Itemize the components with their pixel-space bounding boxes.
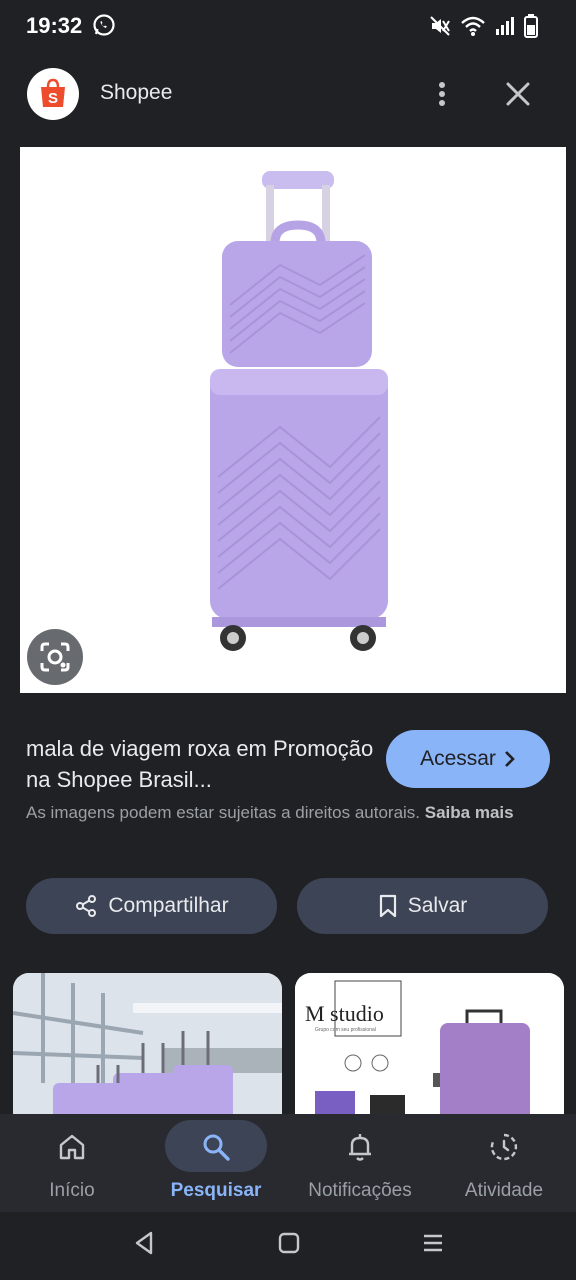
site-name[interactable]: Shopee xyxy=(100,81,172,105)
source-logo[interactable]: S xyxy=(27,68,79,120)
bell-icon xyxy=(349,1134,371,1161)
whatsapp-icon xyxy=(93,14,115,36)
home-icon xyxy=(59,1134,85,1160)
save-label: Salvar xyxy=(407,894,468,917)
learn-more-link[interactable]: Saiba mais xyxy=(425,803,514,822)
lens-icon xyxy=(40,642,70,672)
signal-icon xyxy=(496,17,514,35)
nav-activity-label: Atividade xyxy=(464,1180,544,1201)
share-label: Compartilhar xyxy=(108,894,229,917)
lens-button[interactable] xyxy=(27,629,83,685)
nav-search-label: Pesquisar xyxy=(170,1180,262,1201)
visit-label: Acessar xyxy=(420,747,496,770)
nav-home[interactable]: Início xyxy=(0,1114,144,1212)
copyright-text: As imagens podem estar sujeitas a direit… xyxy=(26,803,421,822)
system-navigation-bar xyxy=(0,1212,576,1280)
activity-icon xyxy=(490,1133,518,1161)
m-studio-ad-image: M studio Grupo com seu profissional xyxy=(295,973,564,1123)
shopee-bag-icon: S xyxy=(41,78,65,107)
bottom-navigation: Início Pesquisar Notificações Atividade xyxy=(0,1114,576,1212)
related-image-2[interactable]: M studio Grupo com seu profissional xyxy=(295,973,564,1123)
bookmark-icon xyxy=(379,894,396,918)
nav-notifications[interactable]: Notificações xyxy=(288,1114,432,1212)
search-icon xyxy=(203,1134,230,1161)
luggage-image xyxy=(210,171,388,651)
recents-icon[interactable] xyxy=(421,1230,445,1256)
svg-text:S: S xyxy=(48,90,58,107)
share-icon xyxy=(76,895,97,917)
close-icon[interactable] xyxy=(500,76,536,112)
mute-icon xyxy=(430,16,450,36)
share-button[interactable]: Compartilhar xyxy=(26,878,277,934)
chevron-right-icon xyxy=(505,751,515,767)
wifi-icon xyxy=(461,16,485,36)
brand-tagline: Grupo com seu profissional xyxy=(315,1027,376,1033)
save-button[interactable]: Salvar xyxy=(297,878,548,934)
airport-luggage-image xyxy=(13,973,282,1123)
brand-name: M studio xyxy=(305,1001,384,1026)
nav-activity[interactable]: Atividade xyxy=(432,1114,576,1212)
status-time: 19:32 xyxy=(26,13,83,38)
home-square-icon[interactable] xyxy=(277,1230,301,1256)
nav-home-label: Início xyxy=(49,1180,95,1201)
source-header: S Shopee xyxy=(0,60,576,128)
status-bar: 19:32 xyxy=(0,0,576,54)
result-title[interactable]: mala de viagem roxa em Promoção na Shope… xyxy=(26,733,376,795)
more-vert-icon[interactable] xyxy=(424,74,460,114)
visit-button[interactable]: Acessar xyxy=(386,730,550,788)
copyright-notice: As imagens podem estar sujeitas a direit… xyxy=(26,800,546,826)
nav-search[interactable]: Pesquisar xyxy=(144,1114,288,1212)
battery-icon xyxy=(524,14,538,38)
result-image[interactable] xyxy=(20,147,566,693)
back-icon[interactable] xyxy=(132,1230,156,1256)
nav-notifications-label: Notificações xyxy=(308,1180,412,1201)
related-image-1[interactable] xyxy=(13,973,282,1123)
